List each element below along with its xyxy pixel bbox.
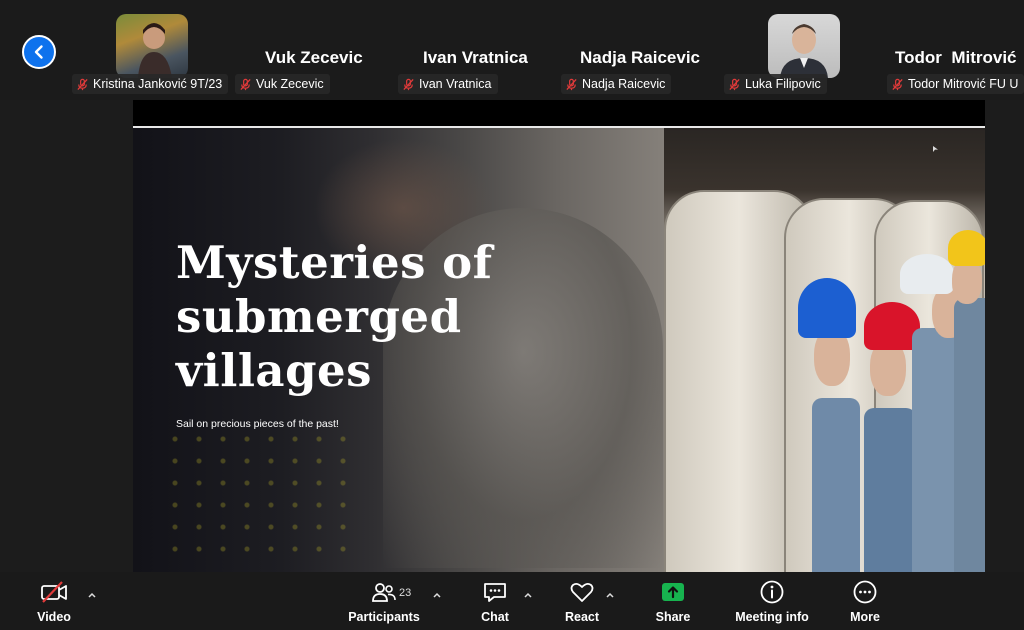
participant-name: Vuk Zecevic (265, 48, 363, 67)
participant-label: Todor Mitrović FU U (887, 74, 1024, 94)
participant-label: Ivan Vratnica (398, 74, 498, 94)
mic-muted-icon (239, 78, 252, 91)
react-options-caret[interactable] (603, 588, 617, 602)
meeting-info-button[interactable]: Meeting info (734, 578, 810, 624)
shared-screen-header (133, 100, 985, 126)
slide-photo-mine-train (664, 128, 985, 572)
shared-slide[interactable]: Mysteries of submerged villages Sail on … (133, 128, 985, 572)
more-button[interactable]: More (846, 578, 884, 624)
heart-icon (569, 578, 595, 606)
mic-muted-icon (76, 78, 89, 91)
react-button[interactable]: React (564, 578, 600, 624)
slide-title: Mysteries of submerged villages (176, 236, 493, 397)
participant-video (768, 14, 840, 78)
caret-up-icon (88, 592, 96, 598)
participant-tile[interactable]: Vuk Zecevic Vuk Zecevic (235, 8, 395, 98)
chat-button[interactable]: Chat (478, 578, 512, 624)
meeting-toolbar: Video Participants 23 Chat React Share M… (0, 572, 1024, 630)
share-button[interactable]: Share (654, 578, 692, 624)
participant-label: Kristina Janković 9T/23 (72, 74, 229, 94)
chevron-left-icon (34, 45, 43, 59)
participant-video (116, 14, 188, 78)
participants-button[interactable]: Participants (346, 578, 422, 624)
share-screen-icon (660, 578, 686, 606)
mic-muted-icon (402, 78, 415, 91)
info-icon (759, 578, 785, 606)
participant-name: Ivan Vratnica (423, 48, 528, 67)
participant-name: Nadja Raicevic (580, 48, 701, 67)
participant-strip: Kristina Janković 9T/23 Vuk Zecevic Vuk … (0, 0, 1024, 100)
caret-up-icon (524, 592, 532, 598)
participant-tile[interactable]: Todor Mitrović Todor Mitrović FU U (887, 8, 1024, 98)
video-options-caret[interactable] (85, 588, 99, 602)
participant-tile[interactable]: Luka Filipovic (724, 8, 884, 98)
caret-up-icon (606, 592, 614, 598)
collapse-strip-button[interactable] (22, 35, 56, 69)
participants-count: 23 (399, 587, 412, 599)
mic-muted-icon (891, 78, 904, 91)
participants-icon (371, 578, 397, 606)
participants-options-caret[interactable] (430, 588, 444, 602)
participant-tile[interactable]: Nadja Raicevic Nadja Raicevic (561, 8, 721, 98)
chat-options-caret[interactable] (521, 588, 535, 602)
mic-muted-icon (565, 78, 578, 91)
caret-up-icon (433, 592, 441, 598)
person-thumbnail (138, 23, 172, 78)
person-thumbnail (780, 24, 828, 78)
mic-muted-icon (728, 78, 741, 91)
participant-label: Vuk Zecevic (235, 74, 330, 94)
more-icon (852, 578, 878, 606)
participant-tile[interactable]: Ivan Vratnica Ivan Vratnica (398, 8, 558, 98)
participant-tile[interactable]: Kristina Janković 9T/23 (72, 8, 232, 98)
chat-icon (482, 578, 508, 606)
video-button[interactable]: Video (34, 578, 74, 624)
participant-label: Luka Filipovic (724, 74, 827, 94)
participant-name: Todor Mitrović (895, 48, 1017, 67)
video-off-icon (40, 578, 68, 606)
slide-subtitle: Sail on precious pieces of the past! (176, 418, 339, 430)
participant-label: Nadja Raicevic (561, 74, 672, 94)
